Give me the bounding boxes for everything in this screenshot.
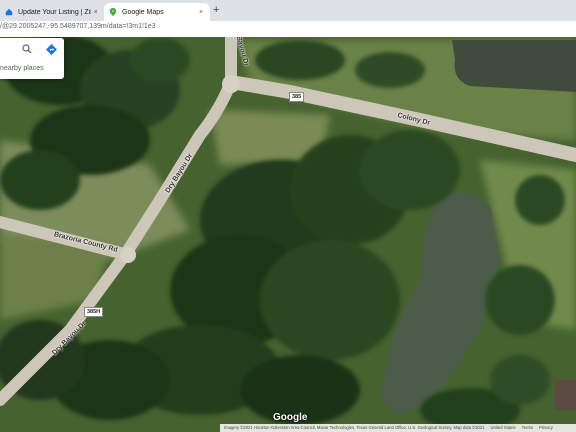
privacy-link[interactable]: Privacy — [539, 424, 553, 432]
url-text: /@29.2005247,-95.5489707,139m/data=!3m1!… — [0, 23, 156, 30]
route-shield-385: 385 — [289, 92, 305, 102]
close-tab-icon[interactable]: × — [91, 9, 100, 16]
nearby-places-link[interactable]: nearby places — [0, 65, 44, 72]
search-icon[interactable] — [22, 44, 32, 54]
tab-label: Update Your Listing | Zillow — [18, 8, 92, 16]
tab-label: Google Maps — [122, 8, 164, 16]
close-tab-icon[interactable]: × — [196, 9, 206, 16]
attribution-text: Imagery ©2021 Houston-Galveston Area Cou… — [224, 425, 485, 430]
route-shield-385h: 385H — [84, 307, 104, 317]
new-tab-button[interactable]: + — [213, 4, 219, 16]
maps-pin-icon — [109, 8, 117, 16]
tab-google-maps[interactable]: Google Maps × — [104, 3, 210, 21]
directions-icon[interactable] — [46, 44, 57, 55]
search-card[interactable]: nearby places — [0, 38, 64, 79]
zillow-icon — [5, 8, 13, 16]
map-imagery — [0, 37, 576, 432]
address-bar[interactable]: /@29.2005247,-95.5489707,139m/data=!3m1!… — [0, 21, 576, 38]
google-logo: Google — [273, 412, 308, 423]
terms-link[interactable]: Terms — [522, 424, 533, 432]
region-link[interactable]: United States — [491, 424, 516, 432]
tab-strip: Update Your Listing | Zillow × Google Ma… — [0, 0, 576, 21]
satellite-map[interactable]: Colony Dr Brazoria County Rd Dry Bayou D… — [0, 37, 576, 432]
map-footer: Imagery ©2021 Houston-Galveston Area Cou… — [220, 424, 576, 432]
tab-zillow[interactable]: Update Your Listing | Zillow × — [0, 3, 104, 21]
